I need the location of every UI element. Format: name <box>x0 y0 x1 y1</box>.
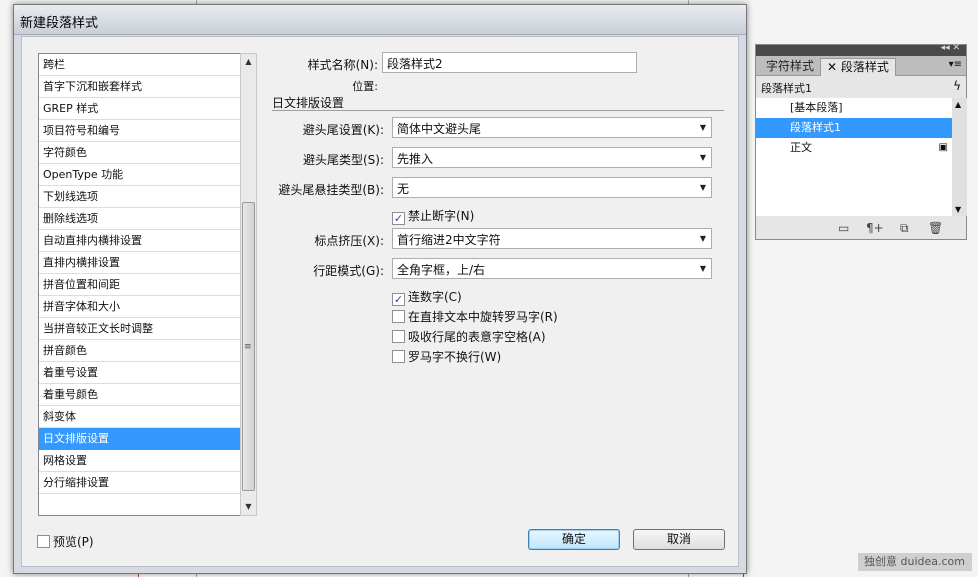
hanging-type-value: 无 <box>397 182 410 196</box>
preview-label: 预览(P) <box>53 535 94 549</box>
chevron-up-icon[interactable]: ▲ <box>241 54 256 70</box>
chevron-down-icon: ▼ <box>699 234 706 243</box>
chevron-down-icon[interactable]: ▼ <box>241 499 256 515</box>
category-item[interactable]: 直排内横排设置 <box>39 252 255 274</box>
absorb-space-checkbox[interactable]: 吸收行尾的表意字空格(A) <box>392 328 546 345</box>
dialog-client: 跨栏 首字下沉和嵌套样式 GREP 样式 项目符号和编号 字符颜色 OpenTy… <box>21 36 739 567</box>
new-style-icon[interactable]: ⧉ <box>900 221 909 236</box>
category-item[interactable]: 下划线选项 <box>39 186 255 208</box>
current-style-label: 段落样式1 <box>761 82 812 95</box>
grip-icon: ≡ <box>244 342 252 352</box>
style-name-label: 样式名称(N): <box>307 58 378 72</box>
category-item[interactable]: 网格设置 <box>39 450 255 472</box>
category-item[interactable]: GREP 样式 <box>39 98 255 120</box>
chevron-down-icon[interactable]: ▼ <box>955 205 961 214</box>
clear-overrides-icon[interactable]: ¶+ <box>866 221 884 235</box>
check-icon[interactable]: ✓ <box>392 212 405 225</box>
preview-checkbox[interactable]: 预览(P) <box>37 533 94 550</box>
leading-model-label: 行距模式(G): <box>313 264 384 278</box>
lightning-icon[interactable]: ϟ <box>953 79 961 93</box>
category-item-selected[interactable]: 日文排版设置 <box>39 428 255 450</box>
no-break-label: 禁止断字(N) <box>408 209 475 223</box>
styles-panel: ◂◂ ✕ 字符样式 ✕ 段落样式 ▾≡ 段落样式1 ϟ [基本段落] 段落样式1… <box>755 43 967 240</box>
kinsoku-set-select[interactable]: 简体中文避头尾 ▼ <box>392 117 712 138</box>
absorb-space-label: 吸收行尾的表意字空格(A) <box>408 330 546 344</box>
rotate-roman-label: 在直排文本中旋转罗马字(R) <box>408 310 558 324</box>
trash-icon[interactable]: 🗑 <box>928 221 943 235</box>
panel-menu-icon[interactable]: ▾≡ <box>949 59 962 70</box>
hanging-type-label: 避头尾悬挂类型(B): <box>278 183 384 197</box>
category-item[interactable]: 字符颜色 <box>39 142 255 164</box>
new-paragraph-style-dialog: 新建段落样式 跨栏 首字下沉和嵌套样式 GREP 样式 项目符号和编号 字符颜色… <box>13 4 747 574</box>
section-divider <box>272 110 724 111</box>
roman-no-wrap-checkbox[interactable]: 罗马字不换行(W) <box>392 348 501 365</box>
dialog-title: 新建段落样式 <box>20 16 99 31</box>
checkbox-box[interactable] <box>37 535 50 548</box>
collapse-icon[interactable]: ◂◂ ✕ <box>941 43 960 53</box>
style-list[interactable]: [基本段落] 段落样式1 正文 ▣ <box>756 98 952 216</box>
rotate-roman-checkbox[interactable]: 在直排文本中旋转罗马字(R) <box>392 308 558 325</box>
style-item-label: 正文 <box>790 141 812 154</box>
panel-header-bar[interactable]: ◂◂ ✕ <box>756 43 966 56</box>
folder-icon[interactable]: ▭ <box>838 221 849 235</box>
category-item[interactable]: 删除线选项 <box>39 208 255 230</box>
category-item[interactable]: 斜变体 <box>39 406 255 428</box>
category-item[interactable]: 首字下沉和嵌套样式 <box>39 76 255 98</box>
chevron-down-icon: ▼ <box>699 264 706 273</box>
checkbox-box[interactable] <box>392 350 405 363</box>
style-item-selected[interactable]: 段落样式1 <box>756 118 952 138</box>
tab-close-icon[interactable]: ✕ <box>827 60 837 74</box>
category-item[interactable]: 拼音位置和间距 <box>39 274 255 296</box>
category-item[interactable]: 着重号颜色 <box>39 384 255 406</box>
style-list-scrollbar[interactable]: ▲ ▼ <box>952 98 967 216</box>
category-item[interactable]: 当拼音较正文长时调整 <box>39 318 255 340</box>
panel-tabs: 字符样式 ✕ 段落样式 ▾≡ <box>756 56 966 76</box>
category-item[interactable]: 分行缩排设置 <box>39 472 255 494</box>
category-item[interactable]: 拼音字体和大小 <box>39 296 255 318</box>
hanging-type-select[interactable]: 无 ▼ <box>392 177 712 198</box>
category-item[interactable]: 拼音颜色 <box>39 340 255 362</box>
tab-paragraph-styles[interactable]: ✕ 段落样式 <box>820 58 896 76</box>
no-break-checkbox[interactable]: ✓ 禁止断字(N) <box>392 207 474 225</box>
category-item[interactable]: 项目符号和编号 <box>39 120 255 142</box>
tab-paragraph-styles-label: 段落样式 <box>840 60 889 74</box>
category-item[interactable]: OpenType 功能 <box>39 164 255 186</box>
kinsoku-set-value: 简体中文避头尾 <box>397 122 482 136</box>
save-icon: ▣ <box>938 142 948 153</box>
checkbox-box[interactable] <box>392 330 405 343</box>
tcy-digits-label: 连数字(C) <box>408 290 462 304</box>
category-item[interactable]: 跨栏 <box>39 54 255 76</box>
ok-button[interactable]: 确定 <box>528 529 620 550</box>
cancel-button[interactable]: 取消 <box>633 529 725 550</box>
roman-no-wrap-label: 罗马字不换行(W) <box>408 350 502 364</box>
leading-model-select[interactable]: 全角字框，上/右 ▼ <box>392 258 712 279</box>
dialog-titlebar[interactable]: 新建段落样式 <box>14 5 746 35</box>
style-item[interactable]: [基本段落] <box>756 98 952 118</box>
kinsoku-type-label: 避头尾类型(S): <box>302 153 384 167</box>
kinsoku-type-value: 先推入 <box>397 152 434 166</box>
mojikumi-label: 标点挤压(X): <box>314 234 384 248</box>
kinsoku-type-select[interactable]: 先推入 ▼ <box>392 147 712 168</box>
category-list[interactable]: 跨栏 首字下沉和嵌套样式 GREP 样式 项目符号和编号 字符颜色 OpenTy… <box>38 53 256 516</box>
checkbox-box[interactable] <box>392 310 405 323</box>
kinsoku-set-label: 避头尾设置(K): <box>302 123 384 137</box>
mojikumi-value: 首行缩进2中文字符 <box>397 233 501 247</box>
chevron-up-icon[interactable]: ▲ <box>955 100 961 109</box>
leading-model-value: 全角字框，上/右 <box>397 263 486 277</box>
category-item[interactable]: 着重号设置 <box>39 362 255 384</box>
tab-character-styles[interactable]: 字符样式 <box>760 58 820 76</box>
check-icon[interactable]: ✓ <box>392 293 405 306</box>
category-item[interactable]: 自动直排内横排设置 <box>39 230 255 252</box>
chevron-down-icon: ▼ <box>699 123 706 132</box>
style-name-input[interactable]: 段落样式2 <box>382 52 637 73</box>
chevron-down-icon: ▼ <box>699 153 706 162</box>
chevron-down-icon: ▼ <box>699 183 706 192</box>
style-item[interactable]: 正文 ▣ <box>756 138 952 158</box>
tcy-digits-checkbox[interactable]: ✓ 连数字(C) <box>392 288 462 306</box>
location-label: 位置: <box>352 80 378 93</box>
panel-footer: ▭ ¶+ ⧉ 🗑 <box>756 218 967 240</box>
section-title: 日文排版设置 <box>272 96 345 110</box>
watermark: 独创意 duidea.com <box>858 553 972 571</box>
mojikumi-select[interactable]: 首行缩进2中文字符 ▼ <box>392 228 712 249</box>
